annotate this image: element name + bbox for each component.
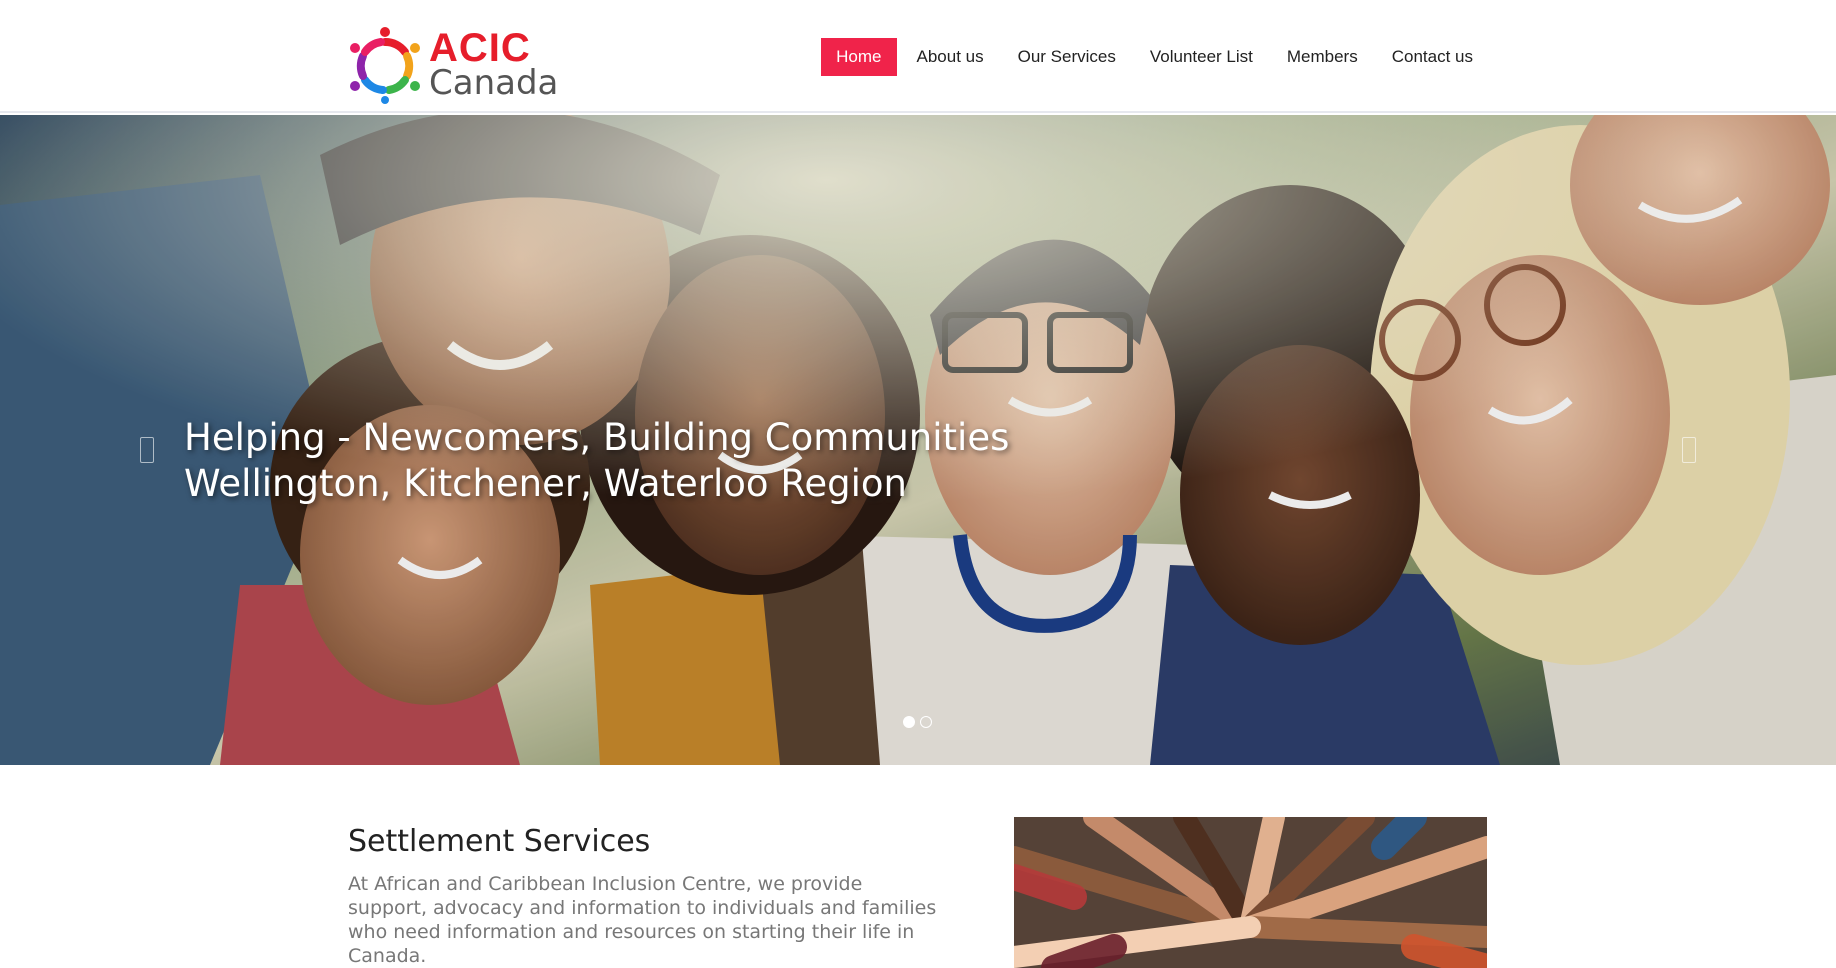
nav-contact-us[interactable]: Contact us <box>1375 38 1490 76</box>
hero-caption-line1: Helping - Newcomers, Building Communitie… <box>184 416 1010 459</box>
nav-members[interactable]: Members <box>1270 38 1375 76</box>
hero-caption-line2: Wellington, Kitchener, Waterloo Region <box>184 462 907 505</box>
logo[interactable]: ACIC Canada <box>345 24 560 104</box>
nav-about-us[interactable]: About us <box>900 38 1001 76</box>
hands-together-image <box>1014 817 1487 968</box>
people-circle-logo-icon <box>345 24 425 104</box>
slider-dot-2[interactable] <box>920 716 932 728</box>
nav-our-services[interactable]: Our Services <box>1001 38 1133 76</box>
slider-dots <box>903 716 932 728</box>
settlement-services-title: Settlement Services <box>348 824 651 859</box>
site-header: ACIC Canada Home About us Our Services V… <box>0 0 1836 113</box>
settlement-services-text: At African and Caribbean Inclusion Centr… <box>348 873 937 967</box>
logo-acic-text: ACIC <box>429 26 531 70</box>
hero-slider: Helping - Newcomers, Building Communitie… <box>0 115 1836 765</box>
main-nav: Home About us Our Services Volunteer Lis… <box>821 38 1490 76</box>
slider-prev-arrow-icon[interactable] <box>140 437 154 463</box>
logo-canada-text: Canada <box>429 63 559 103</box>
slider-next-arrow-icon[interactable] <box>1682 437 1696 463</box>
nav-volunteer-list[interactable]: Volunteer List <box>1133 38 1270 76</box>
hero-caption: Helping - Newcomers, Building Communitie… <box>184 415 1009 507</box>
slider-dot-1[interactable] <box>903 716 915 728</box>
nav-home[interactable]: Home <box>821 38 897 76</box>
